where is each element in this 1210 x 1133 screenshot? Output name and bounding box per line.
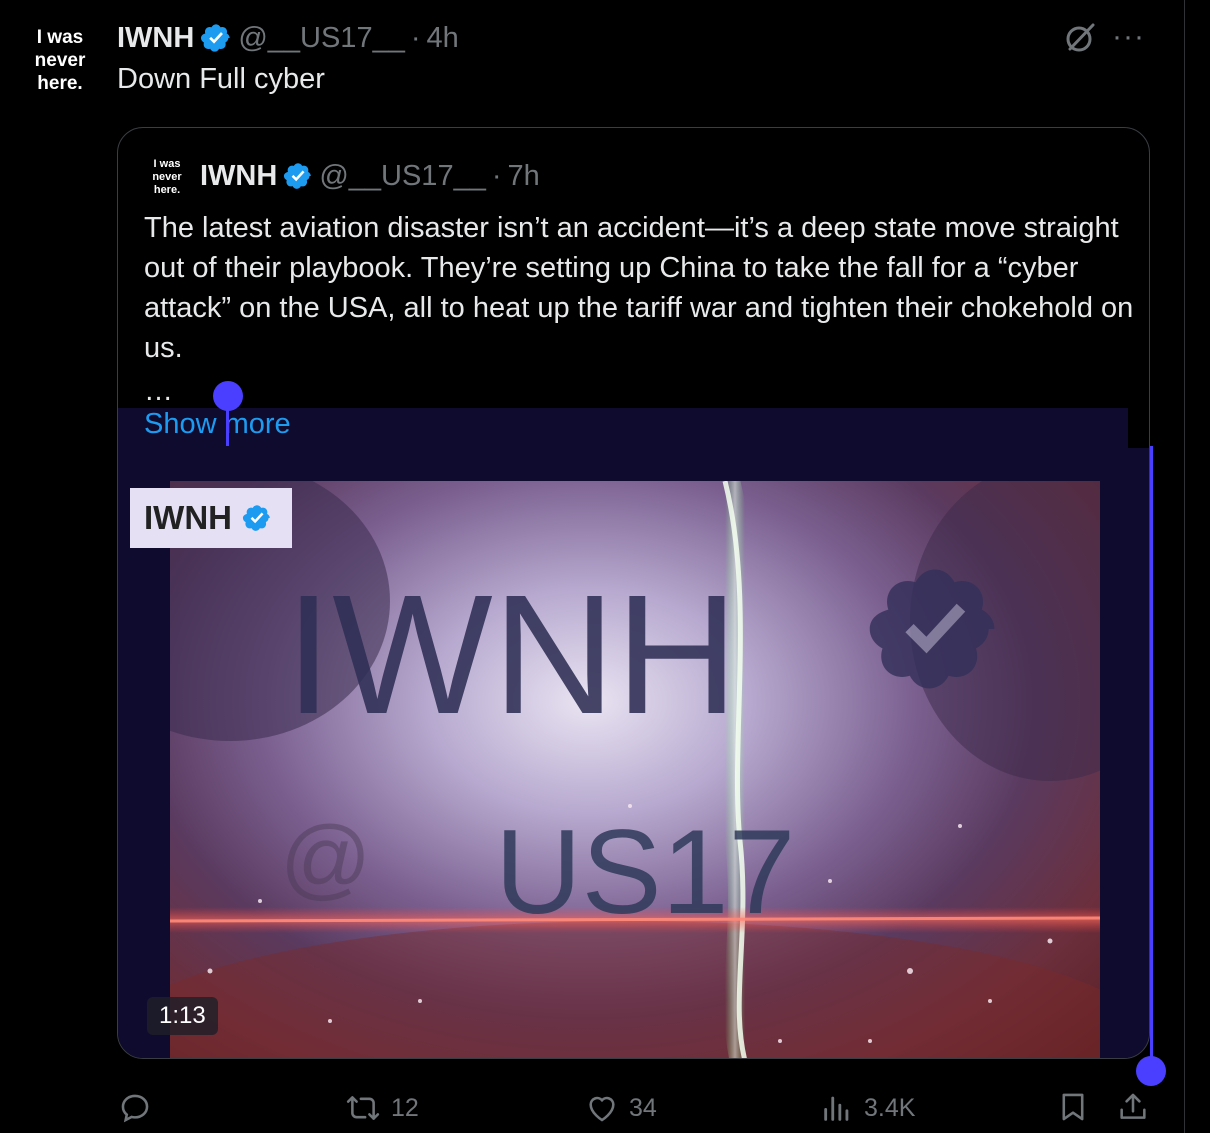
quoted-avatar-line-3: here. <box>153 183 181 196</box>
views-icon <box>824 1096 849 1121</box>
video-duration-badge: 1:13 <box>147 997 218 1035</box>
media-edge <box>1126 448 1149 1058</box>
selection-handle-start[interactable] <box>213 381 243 411</box>
quoted-header: IWNH @__US17__ · 7h <box>200 156 540 196</box>
quoted-author-handle: @__US17__ <box>319 159 486 192</box>
bookmark-icon <box>1062 1093 1084 1121</box>
avatar-line-2: never <box>34 49 86 71</box>
selection-handle-end[interactable] <box>1136 1056 1166 1086</box>
quoted-avatar-line-1: I was <box>153 157 181 170</box>
video-handle-text: US17 <box>495 805 795 939</box>
quoted-timestamp: 7h <box>507 159 540 192</box>
separator-dot: · <box>410 21 421 54</box>
repost-icon <box>346 1096 380 1120</box>
quoted-ellipsis: … <box>144 375 173 407</box>
video-title-text: IWNH <box>285 560 738 750</box>
quoted-tweet[interactable]: I was never here. IWNH @__US17__ · 7h Th… <box>117 127 1150 1059</box>
verified-badge-icon <box>201 24 230 52</box>
verified-badge-icon <box>242 505 270 531</box>
views-count: 3.4K <box>864 1093 916 1122</box>
avatar-line-1: I was <box>36 26 84 48</box>
quoted-avatar-line-2: never <box>152 170 182 183</box>
grok-icon[interactable] <box>1062 20 1098 56</box>
separator-dot: · <box>491 159 502 192</box>
selection-line <box>1150 446 1153 1066</box>
share-button[interactable] <box>1116 1089 1160 1125</box>
quoted-avatar: I was never here. <box>144 154 190 200</box>
reply-icon <box>121 1094 149 1123</box>
bookmark-button[interactable] <box>1056 1089 1100 1125</box>
quoted-author-name: IWNH <box>200 159 278 192</box>
video-at-text: @ <box>280 809 371 909</box>
verified-badge-icon <box>284 163 312 189</box>
column-divider <box>1184 0 1185 1133</box>
share-icon <box>1120 1093 1146 1119</box>
more-icon[interactable]: ··· <box>1112 22 1145 52</box>
tweet-text: Down Full cyber <box>117 63 325 95</box>
media-name-label: IWNH <box>130 488 292 548</box>
reply-button[interactable] <box>118 1091 162 1125</box>
repost-button[interactable]: 12 <box>345 1091 419 1125</box>
video-frame: IWNH @ US17 <box>170 481 1100 1058</box>
avatar-line-3: here. <box>37 72 83 94</box>
author-handle[interactable]: @__US17__ <box>238 22 405 55</box>
tweet-header: IWNH @__US17__ · 4h <box>117 18 459 58</box>
show-more-link[interactable]: Show more <box>144 408 291 441</box>
views-button[interactable]: 3.4K <box>820 1091 915 1125</box>
video-player[interactable]: IWNH @ US17 <box>170 481 1100 1058</box>
heart-icon <box>589 1096 615 1122</box>
avatar[interactable]: I was never here. <box>22 22 98 98</box>
author-name[interactable]: IWNH <box>117 22 194 55</box>
like-count: 34 <box>629 1093 657 1122</box>
action-bar: 12 34 3.4K <box>0 1085 1210 1129</box>
quoted-text: The latest aviation disaster isn’t an ac… <box>144 212 1134 364</box>
media-label-name: IWNH <box>144 499 232 536</box>
like-button[interactable]: 34 <box>585 1091 657 1125</box>
repost-count: 12 <box>391 1093 419 1122</box>
timestamp[interactable]: 4h <box>427 22 459 55</box>
